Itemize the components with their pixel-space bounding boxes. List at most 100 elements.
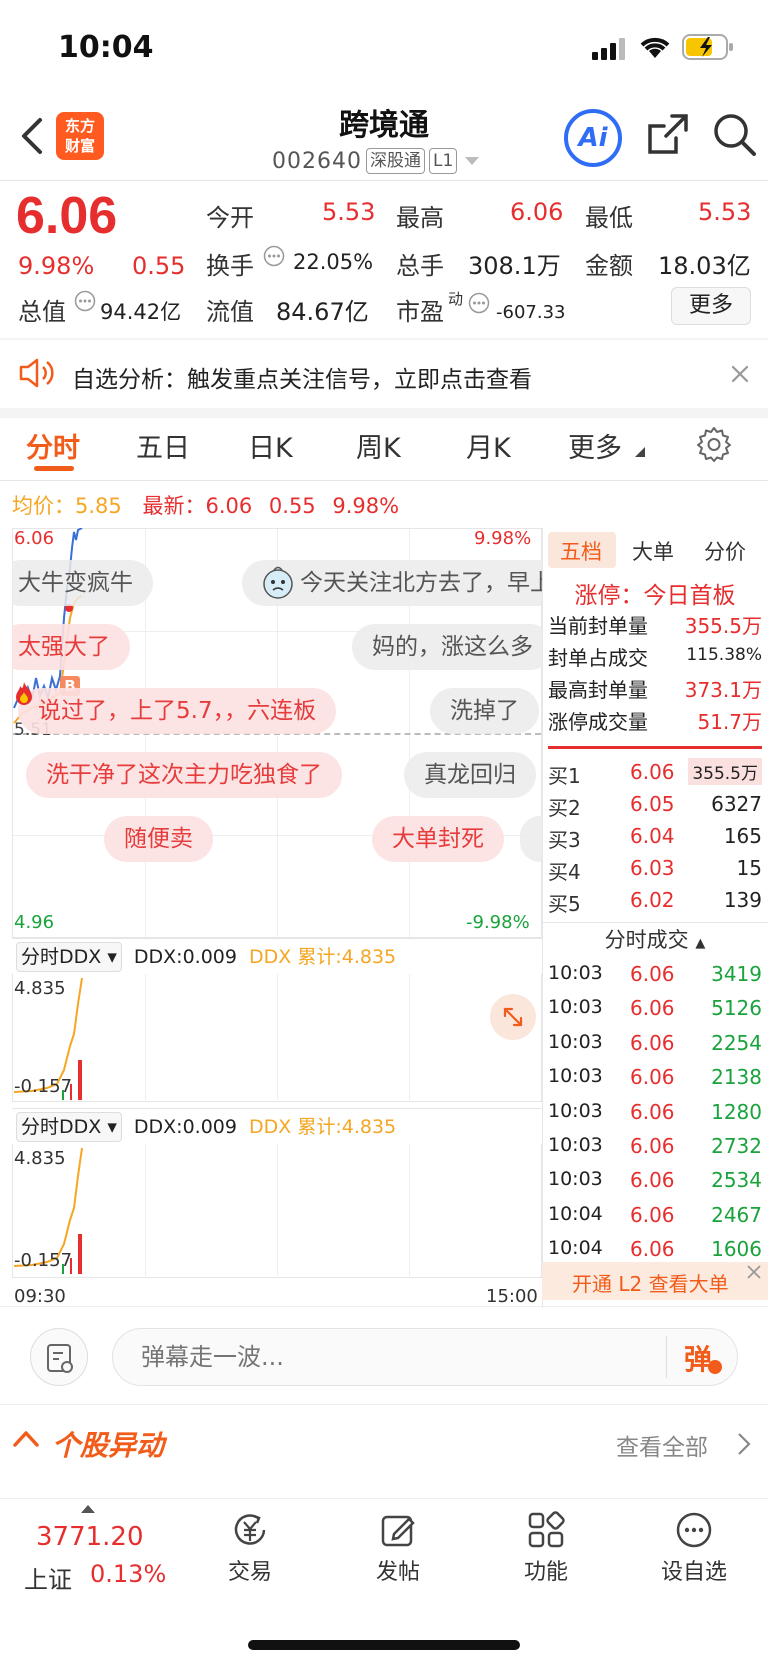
bid-label: 买1 (548, 764, 581, 788)
index-name[interactable]: 上证 (24, 1560, 72, 1595)
limit-stat-value: 355.5万 (684, 614, 762, 638)
tab-more[interactable]: 更多 (568, 426, 622, 465)
trades-header: 分时成交 ▲ (604, 928, 706, 952)
view-all-link[interactable]: 查看全部 (616, 1428, 708, 1462)
send-danmu-button[interactable]: 弹 (684, 1338, 712, 1378)
limit-up-title: 涨停：今日首板 (574, 583, 736, 609)
ai-assistant-button[interactable]: Ai (564, 109, 622, 167)
expand-button[interactable] (490, 994, 536, 1040)
index-pct[interactable]: 0.13% (90, 1560, 166, 1588)
danmu-bubble[interactable]: 洗干净了这次主力吃独食了 (26, 752, 342, 798)
danmu-bubble[interactable]: 太强大了 (12, 624, 130, 670)
chevron-up-icon[interactable] (12, 1428, 40, 1450)
danmu-bubble[interactable] (520, 816, 542, 862)
bid-row[interactable]: 买1 6.06 355.5万 (548, 756, 762, 788)
battery-icon (682, 34, 733, 60)
bid-volume: 139 (723, 888, 762, 912)
danmu-bubble[interactable]: 真龙回归 (404, 752, 536, 798)
limit-stat-row: 涨停成交量 51.7万 (548, 702, 762, 734)
bid-volume: 15 (736, 856, 762, 880)
flame-icon (16, 682, 32, 705)
trade-time: 10:04 (548, 1202, 603, 1225)
bid-price: 6.06 (630, 760, 675, 784)
ddx-selector[interactable]: 分时DDX ▾ (16, 942, 122, 972)
tabs-divider (0, 480, 768, 481)
close-icon[interactable] (746, 1264, 762, 1280)
ddx-line-chart (13, 1147, 83, 1274)
ddx-y-top: 4.835 (14, 978, 66, 999)
danmu-bubble[interactable]: 洗掉了 (430, 688, 539, 734)
tab-post[interactable]: 发帖 (338, 1510, 458, 1586)
info-dots-icon[interactable] (468, 292, 490, 314)
info-dots-icon[interactable] (74, 290, 96, 312)
danmu-bubble[interactable]: 大单封死 (372, 816, 504, 862)
ddx-selector[interactable]: 分时DDX ▾ (16, 1112, 122, 1142)
danmu-bubble[interactable]: 说过了，上了5.7，，六连板 (18, 688, 337, 734)
tab-month-k[interactable]: 月K (466, 426, 511, 465)
danmu-bubble[interactable]: 大牛变疯牛 (12, 560, 153, 606)
bid-label: 买5 (548, 892, 581, 916)
index-value[interactable]: 3771.20 (36, 1522, 144, 1552)
bid-volume: 165 (723, 824, 762, 848)
trade-price: 6.06 (630, 1168, 675, 1193)
bid-price: 6.03 (630, 856, 675, 880)
latest-label: 最新： (142, 494, 206, 518)
bid-row[interactable]: 买5 6.02 139 (548, 884, 762, 916)
trade-time: 10:03 (548, 1099, 603, 1122)
tab-week-k[interactable]: 周K (356, 426, 401, 465)
danmu-input[interactable] (112, 1328, 738, 1386)
search-icon[interactable] (712, 112, 758, 158)
limit-stat-label: 涨停成交量 (548, 710, 648, 734)
divider (0, 1404, 768, 1405)
pe-label: 市盈 (396, 298, 444, 326)
amount-label: 金额 (585, 252, 633, 280)
tab-functions[interactable]: 功能 (486, 1510, 606, 1586)
x-axis-start: 09:30 (14, 1286, 66, 1307)
pe-superscript: 动 (448, 290, 464, 308)
grid-apps-icon (528, 1511, 565, 1548)
trades-title: 分时成交 (604, 928, 689, 952)
trade-time: 10:03 (548, 1030, 603, 1053)
bid-volume: 6327 (711, 792, 762, 816)
danmu-bubble[interactable]: 随便卖 (104, 816, 213, 862)
ddx-cumulative: DDX 累计:4.835 (249, 946, 397, 968)
trade-row: 10:03 6.06 2732 (548, 1130, 762, 1164)
trade-row: 10:03 6.06 5126 (548, 992, 762, 1026)
danmu-bubble[interactable]: 妈的，涨这么多 (352, 624, 542, 670)
bid-label: 买2 (548, 796, 581, 820)
avg-value: 5.85 (75, 494, 122, 518)
bid-row[interactable]: 买3 6.04 165 (548, 820, 762, 852)
document-settings-icon (47, 1344, 73, 1373)
bid-row[interactable]: 买2 6.05 6327 (548, 788, 762, 820)
open-label: 今开 (206, 204, 254, 232)
gear-icon[interactable] (696, 426, 732, 462)
share-icon[interactable] (646, 112, 690, 156)
tab-add-watchlist[interactable]: 设自选 (634, 1510, 754, 1586)
cartoon-avatar-icon (263, 566, 293, 599)
info-dots-icon[interactable] (263, 245, 285, 267)
bid-row[interactable]: 买4 6.03 15 (548, 852, 762, 884)
divider (0, 1306, 768, 1307)
float-value: 84.67亿 (276, 298, 369, 326)
tab-trade[interactable]: 交易 (190, 1510, 310, 1586)
tab-price-dist[interactable]: 分价 (704, 536, 746, 566)
trade-volume: 2732 (711, 1134, 762, 1158)
status-time: 10:04 (58, 30, 154, 65)
change-amount: 0.55 (132, 252, 186, 280)
bid-label: 买4 (548, 860, 581, 884)
float-label: 流值 (206, 298, 254, 326)
low-label: 最低 (585, 204, 633, 232)
tab-five-day[interactable]: 五日 (136, 426, 190, 465)
chart-info-line: 均价：5.85 最新：6.06 0.55 9.98% (12, 490, 399, 520)
tab-intraday[interactable]: 分时 (26, 426, 80, 465)
tab-order-book[interactable]: 五档 (560, 536, 602, 566)
stock-code-row[interactable]: 002640 深股通 L1 (272, 148, 483, 174)
volume-value: 308.1万 (468, 252, 561, 280)
notes-button[interactable] (30, 1328, 88, 1386)
close-icon[interactable] (730, 364, 750, 384)
trade-volume: 1606 (711, 1237, 762, 1262)
trade-time: 10:03 (548, 1134, 603, 1156)
more-quote-button[interactable]: 更多 (671, 287, 751, 325)
tab-big-orders[interactable]: 大单 (632, 536, 674, 566)
tab-day-k[interactable]: 日K (248, 426, 293, 465)
